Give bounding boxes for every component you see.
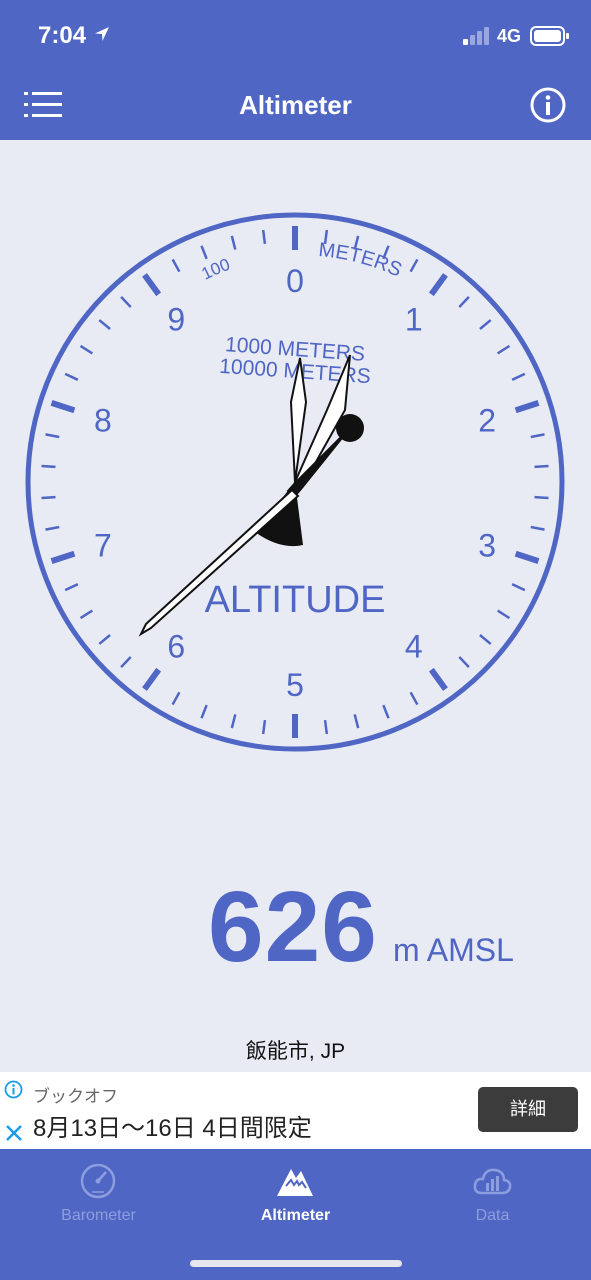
major-tick — [514, 400, 540, 414]
signal-icon — [463, 27, 489, 45]
minor-tick — [261, 719, 267, 735]
minor-tick — [323, 719, 329, 735]
minor-tick — [479, 319, 492, 330]
minor-tick — [230, 714, 237, 729]
gauge-number-4: 4 — [405, 628, 423, 664]
minor-tick — [409, 691, 419, 706]
tab-barometer[interactable]: Barometer — [0, 1149, 197, 1239]
ad-close-icon[interactable] — [5, 1124, 23, 1142]
gauge-label-altitude: ALTITUDE — [205, 579, 386, 621]
major-tick — [142, 667, 162, 691]
tab-label-altimeter: Altimeter — [260, 1207, 331, 1224]
gauge-number-2: 2 — [478, 403, 496, 439]
gauge-number-7: 7 — [94, 527, 112, 563]
tab-data[interactable]: Data — [394, 1149, 591, 1239]
minor-tick — [171, 258, 181, 273]
ad-advertiser: ブックオフ — [33, 1087, 118, 1106]
gauge-number-3: 3 — [478, 527, 496, 563]
minor-tick — [41, 495, 56, 500]
minor-tick — [530, 525, 545, 531]
location-label: 飯能市, JP — [245, 1040, 346, 1063]
home-indicator — [190, 1260, 402, 1267]
minor-tick — [64, 372, 79, 381]
minor-tick — [511, 583, 526, 592]
ad-details-button[interactable]: 詳細 — [478, 1087, 578, 1132]
nav-bar: Altimeter — [0, 70, 591, 140]
page-title: Altimeter — [239, 90, 352, 120]
minor-tick — [120, 295, 132, 308]
minor-tick — [98, 634, 111, 645]
minor-tick — [64, 583, 79, 592]
minor-tick — [79, 344, 94, 355]
minor-tick — [261, 229, 267, 245]
altitude-unit: m AMSL — [393, 932, 514, 968]
minor-tick — [496, 609, 511, 620]
tab-altimeter[interactable]: Altimeter — [197, 1149, 394, 1239]
minor-tick — [496, 344, 511, 355]
minor-tick — [171, 691, 181, 706]
minor-tick — [200, 704, 208, 719]
minor-tick — [45, 433, 60, 439]
ad-banner[interactable]: ブックオフ 8月13日〜16日 4日間限定 詳細 — [0, 1072, 591, 1149]
barometer-gauge-icon — [80, 1163, 116, 1199]
minor-tick — [98, 319, 111, 330]
gauge-number-5: 5 — [286, 667, 304, 703]
info-icon[interactable] — [529, 86, 567, 124]
tab-label-data: Data — [475, 1207, 510, 1224]
gauge-label-meters: METERS — [317, 239, 405, 282]
major-tick — [50, 550, 76, 564]
mountain-icon — [277, 1169, 313, 1196]
minor-tick — [534, 495, 549, 500]
minor-tick — [479, 634, 492, 645]
gauge-number-8: 8 — [94, 403, 112, 439]
gauge-label-100: 100 — [198, 255, 232, 284]
major-tick — [514, 550, 540, 564]
minor-tick — [511, 372, 526, 381]
major-tick — [428, 273, 448, 297]
minor-tick — [230, 235, 237, 250]
altimeter-gauge: 0123456789 METERS 100 1000 METERS 10000 … — [25, 212, 565, 752]
gauge-number-0: 0 — [286, 263, 304, 299]
cloud-chart-icon — [473, 1168, 512, 1195]
altitude-value: 626 — [208, 871, 378, 983]
minor-tick — [45, 525, 60, 531]
minor-tick — [200, 245, 208, 260]
minor-tick — [382, 704, 390, 719]
major-tick — [50, 400, 76, 414]
tab-label-barometer: Barometer — [61, 1207, 136, 1224]
minor-tick — [530, 433, 545, 439]
gauge-number-1: 1 — [405, 302, 423, 338]
minor-tick — [409, 258, 419, 273]
minor-tick — [41, 464, 56, 469]
tab-bar: Barometer Altimeter Data — [0, 1149, 591, 1280]
gauge-number-9: 9 — [167, 302, 185, 338]
minor-tick — [353, 714, 360, 729]
location-arrow-icon — [95, 27, 109, 41]
major-tick — [428, 667, 448, 691]
status-bar: 7:04 4G — [0, 0, 591, 70]
major-tick — [142, 273, 162, 297]
minor-tick — [458, 295, 470, 308]
battery-icon — [530, 26, 569, 46]
status-time: 7:04 — [38, 22, 87, 49]
gauge-number-6: 6 — [167, 628, 185, 664]
network-type: 4G — [497, 26, 522, 46]
ad-headline: 8月13日〜16日 4日間限定 — [33, 1115, 312, 1142]
minor-tick — [458, 656, 470, 669]
minor-tick — [120, 656, 132, 669]
minor-tick — [534, 464, 549, 469]
minor-tick — [79, 609, 94, 620]
ad-info-icon[interactable] — [4, 1080, 23, 1099]
altitude-readout: 626 m AMSL — [0, 870, 591, 990]
